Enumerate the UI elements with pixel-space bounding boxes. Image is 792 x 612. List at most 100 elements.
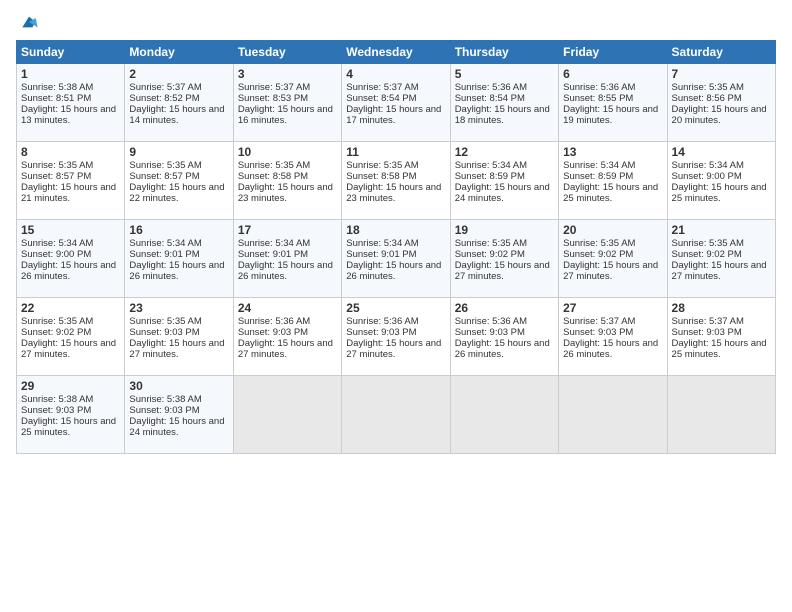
calendar-cell: 1Sunrise: 5:38 AMSunset: 8:51 PMDaylight… [17, 64, 125, 142]
sunset-label: Sunset: 9:03 PM [455, 327, 525, 338]
calendar-cell [559, 376, 667, 454]
header-day-saturday: Saturday [667, 41, 775, 64]
sunset-label: Sunset: 9:03 PM [672, 327, 742, 338]
day-number: 8 [21, 145, 120, 159]
calendar-week-5: 29Sunrise: 5:38 AMSunset: 9:03 PMDayligh… [17, 376, 776, 454]
day-number: 5 [455, 67, 554, 81]
sunset-label: Sunset: 9:01 PM [129, 249, 199, 260]
day-number: 30 [129, 379, 228, 393]
daylight-label: Daylight: 15 hours and 21 minutes. [21, 182, 116, 204]
sunset-label: Sunset: 9:02 PM [672, 249, 742, 260]
header-row: SundayMondayTuesdayWednesdayThursdayFrid… [17, 41, 776, 64]
header-day-thursday: Thursday [450, 41, 558, 64]
header-day-wednesday: Wednesday [342, 41, 450, 64]
day-number: 11 [346, 145, 445, 159]
calendar-week-2: 8Sunrise: 5:35 AMSunset: 8:57 PMDaylight… [17, 142, 776, 220]
calendar-cell: 6Sunrise: 5:36 AMSunset: 8:55 PMDaylight… [559, 64, 667, 142]
calendar-cell: 19Sunrise: 5:35 AMSunset: 9:02 PMDayligh… [450, 220, 558, 298]
calendar-cell: 21Sunrise: 5:35 AMSunset: 9:02 PMDayligh… [667, 220, 775, 298]
daylight-label: Daylight: 15 hours and 17 minutes. [346, 104, 441, 126]
daylight-label: Daylight: 15 hours and 26 minutes. [238, 260, 333, 282]
daylight-label: Daylight: 15 hours and 25 minutes. [672, 182, 767, 204]
sunrise-label: Sunrise: 5:34 AM [455, 160, 527, 171]
calendar-cell: 26Sunrise: 5:36 AMSunset: 9:03 PMDayligh… [450, 298, 558, 376]
day-number: 18 [346, 223, 445, 237]
day-number: 17 [238, 223, 337, 237]
sunrise-label: Sunrise: 5:34 AM [238, 238, 310, 249]
sunset-label: Sunset: 9:03 PM [346, 327, 416, 338]
calendar-cell: 10Sunrise: 5:35 AMSunset: 8:58 PMDayligh… [233, 142, 341, 220]
daylight-label: Daylight: 15 hours and 25 minutes. [21, 416, 116, 438]
sunset-label: Sunset: 9:03 PM [129, 405, 199, 416]
page: SundayMondayTuesdayWednesdayThursdayFrid… [0, 0, 792, 612]
calendar-week-3: 15 Sunrise: 5:34 AM Sunset: 9:00 PM Dayligh… [17, 220, 776, 298]
daylight-label: Daylight: 15 hours and 27 minutes. [455, 260, 550, 282]
daylight-label: Daylight: 15 hours and 22 minutes. [129, 182, 224, 204]
day-number: 2 [129, 67, 228, 81]
sunset-label: Sunset: 8:58 PM [238, 171, 308, 182]
sunset-label: Sunset: 9:00 PM [672, 171, 742, 182]
daylight-label: Daylight: 15 hours and 13 minutes. [21, 104, 116, 126]
sunrise-label: Sunrise: 5:37 AM [129, 82, 201, 93]
daylight-label: Daylight: 15 hours and 18 minutes. [455, 104, 550, 126]
sunrise-label: Sunrise: 5:38 AM [129, 394, 201, 405]
header-day-monday: Monday [125, 41, 233, 64]
calendar-header: SundayMondayTuesdayWednesdayThursdayFrid… [17, 41, 776, 64]
day-number: 29 [21, 379, 120, 393]
sunrise-label: Sunrise: 5:35 AM [238, 160, 310, 171]
daylight-label: Daylight: 15 hours and 25 minutes. [672, 338, 767, 360]
day-number: 23 [129, 301, 228, 315]
calendar-cell: 29Sunrise: 5:38 AMSunset: 9:03 PMDayligh… [17, 376, 125, 454]
header-day-sunday: Sunday [17, 41, 125, 64]
sunrise-label: Sunrise: 5:38 AM [21, 394, 93, 405]
sunrise-label: Sunrise: 5:35 AM [21, 316, 93, 327]
calendar-cell: 22Sunrise: 5:35 AMSunset: 9:02 PMDayligh… [17, 298, 125, 376]
daylight-label: Daylight: 15 hours and 26 minutes. [563, 338, 658, 360]
sunset-label: Sunset: 9:03 PM [129, 327, 199, 338]
calendar-cell: 2Sunrise: 5:37 AMSunset: 8:52 PMDaylight… [125, 64, 233, 142]
sunset-label: Sunset: 8:52 PM [129, 93, 199, 104]
sunrise-label: Sunrise: 5:35 AM [346, 160, 418, 171]
sunrise-label: Sunrise: 5:35 AM [129, 160, 201, 171]
day-number: 9 [129, 145, 228, 159]
sunset-label: Sunset: 9:00 PM [21, 249, 91, 260]
day-number: 3 [238, 67, 337, 81]
calendar-cell: 17Sunrise: 5:34 AMSunset: 9:01 PMDayligh… [233, 220, 341, 298]
daylight-label: Daylight: 15 hours and 16 minutes. [238, 104, 333, 126]
calendar-cell: 23Sunrise: 5:35 AMSunset: 9:03 PMDayligh… [125, 298, 233, 376]
daylight-label: Daylight: 15 hours and 24 minutes. [455, 182, 550, 204]
day-number: 19 [455, 223, 554, 237]
sunset-label: Sunset: 8:55 PM [563, 93, 633, 104]
day-number: 14 [672, 145, 771, 159]
calendar-cell: 14Sunrise: 5:34 AMSunset: 9:00 PMDayligh… [667, 142, 775, 220]
day-number: 15 [21, 223, 120, 237]
sunrise-label: Sunrise: 5:37 AM [672, 316, 744, 327]
calendar-cell: 25Sunrise: 5:36 AMSunset: 9:03 PMDayligh… [342, 298, 450, 376]
calendar-cell: 24Sunrise: 5:36 AMSunset: 9:03 PMDayligh… [233, 298, 341, 376]
sunset-label: Sunset: 9:02 PM [455, 249, 525, 260]
daylight-label: Daylight: 15 hours and 27 minutes. [672, 260, 767, 282]
calendar-cell: 12Sunrise: 5:34 AMSunset: 8:59 PMDayligh… [450, 142, 558, 220]
sunrise-label: Sunrise: 5:38 AM [21, 82, 93, 93]
daylight-label: Daylight: 15 hours and 23 minutes. [346, 182, 441, 204]
day-number: 24 [238, 301, 337, 315]
day-number: 27 [563, 301, 662, 315]
sunset-label: Sunset: 8:59 PM [455, 171, 525, 182]
header-day-tuesday: Tuesday [233, 41, 341, 64]
daylight-label: Daylight: 15 hours and 27 minutes. [129, 338, 224, 360]
day-number: 10 [238, 145, 337, 159]
daylight-label: Daylight: 15 hours and 27 minutes. [21, 338, 116, 360]
sunset-label: Sunset: 9:03 PM [21, 405, 91, 416]
sunrise-label: Sunrise: 5:36 AM [563, 82, 635, 93]
sunrise-label: Sunrise: 5:35 AM [563, 238, 635, 249]
header [16, 12, 776, 32]
calendar-cell: 7Sunrise: 5:35 AMSunset: 8:56 PMDaylight… [667, 64, 775, 142]
sunrise-label: Sunrise: 5:37 AM [346, 82, 418, 93]
calendar-cell: 3Sunrise: 5:37 AMSunset: 8:53 PMDaylight… [233, 64, 341, 142]
day-number: 22 [21, 301, 120, 315]
calendar-cell: 18Sunrise: 5:34 AMSunset: 9:01 PMDayligh… [342, 220, 450, 298]
logo-icon [19, 12, 39, 32]
sunrise-label: Sunrise: 5:34 AM [129, 238, 201, 249]
sunset-label: Sunset: 9:02 PM [563, 249, 633, 260]
daylight-label: Daylight: 15 hours and 26 minutes. [455, 338, 550, 360]
